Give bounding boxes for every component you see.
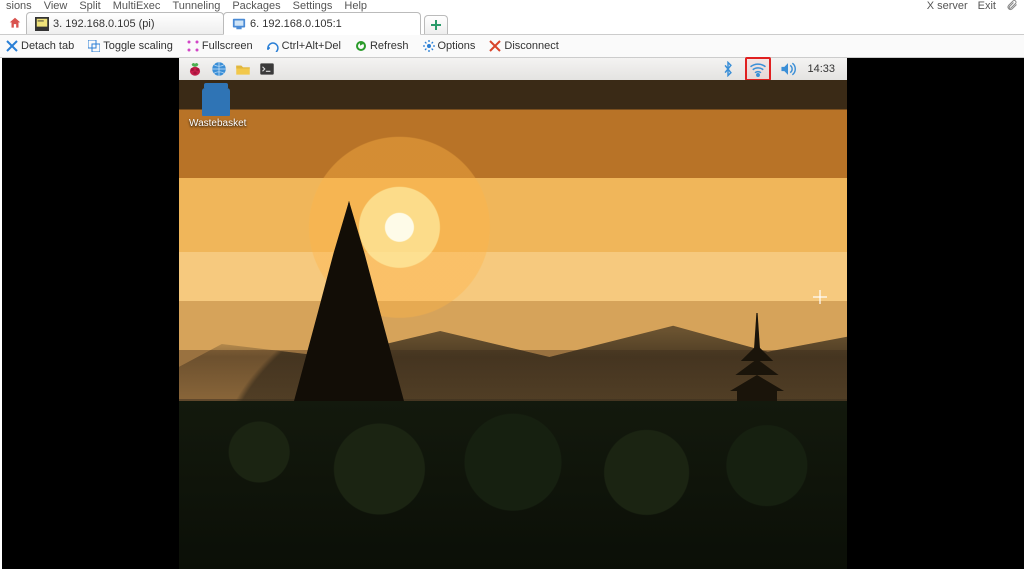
taskbar-clock[interactable]: 14:33 xyxy=(805,63,837,75)
wastebasket-desktop-icon[interactable]: Wastebasket xyxy=(189,88,243,129)
terminal-launcher[interactable] xyxy=(257,60,277,78)
rpi-menu-button[interactable] xyxy=(185,60,205,78)
vnc-icon xyxy=(232,17,246,31)
session-tab-ssh[interactable]: 3. 192.168.0.105 (pi) xyxy=(26,12,224,34)
paperclip-icon xyxy=(1006,0,1018,12)
file-manager-launcher[interactable] xyxy=(233,60,253,78)
scaling-icon xyxy=(88,40,100,52)
menu-item[interactable]: Settings xyxy=(293,0,333,12)
menu-item[interactable]: MultiExec xyxy=(113,0,161,12)
options-icon xyxy=(423,40,435,52)
cad-label: Ctrl+Alt+Del xyxy=(282,40,341,52)
app-menubar: sions View Split MultiExec Tunneling Pac… xyxy=(0,0,1024,12)
menu-item[interactable]: Packages xyxy=(232,0,280,12)
bluetooth-tray-icon[interactable] xyxy=(719,60,737,78)
disconnect-label: Disconnect xyxy=(504,40,558,52)
menu-item[interactable]: sions xyxy=(6,0,32,12)
detach-icon xyxy=(6,40,18,52)
disconnect-button[interactable]: Disconnect xyxy=(489,40,558,52)
menu-item[interactable]: Split xyxy=(79,0,100,12)
session-tab-vnc[interactable]: 6. 192.168.0.105:1 xyxy=(223,12,421,35)
options-label: Options xyxy=(438,40,476,52)
refresh-label: Refresh xyxy=(370,40,409,52)
desktop-icon-label: Wastebasket xyxy=(189,118,243,129)
disconnect-icon xyxy=(489,40,501,52)
desktop-wallpaper xyxy=(179,80,847,569)
rpi-taskbar: 14:33 xyxy=(179,58,847,81)
tab-label: 3. 192.168.0.105 (pi) xyxy=(53,18,155,30)
xserver-menu[interactable]: X server xyxy=(927,0,968,12)
refresh-icon xyxy=(355,40,367,52)
volume-tray-icon[interactable] xyxy=(779,60,797,78)
new-tab-button[interactable] xyxy=(424,15,448,34)
exit-menu[interactable]: Exit xyxy=(978,0,996,12)
home-tab-button[interactable] xyxy=(4,12,26,34)
vnc-viewer[interactable]: 14:33 Wastebasket xyxy=(2,58,1024,569)
fullscreen-marker-icon xyxy=(813,290,827,304)
wifi-tray-icon[interactable] xyxy=(745,57,771,81)
refresh-button[interactable]: Refresh xyxy=(355,40,409,52)
fullscreen-button[interactable]: Fullscreen xyxy=(187,40,253,52)
menu-item[interactable]: View xyxy=(44,0,68,12)
trash-icon xyxy=(202,88,230,116)
session-tab-strip: 3. 192.168.0.105 (pi) 6. 192.168.0.105:1 xyxy=(0,12,1024,35)
scaling-label: Toggle scaling xyxy=(103,40,173,52)
web-browser-launcher[interactable] xyxy=(209,60,229,78)
menu-item[interactable]: Help xyxy=(344,0,367,12)
cad-icon xyxy=(267,40,279,52)
fullscreen-label: Fullscreen xyxy=(202,40,253,52)
options-button[interactable]: Options xyxy=(423,40,476,52)
tab-label: 6. 192.168.0.105:1 xyxy=(250,18,342,30)
putty-icon xyxy=(35,17,49,31)
menu-item[interactable]: Tunneling xyxy=(172,0,220,12)
vnc-toolbar: Detach tab Toggle scaling Fullscreen Ctr… xyxy=(0,35,1024,58)
toggle-scaling-button[interactable]: Toggle scaling xyxy=(88,40,173,52)
remote-desktop[interactable]: 14:33 Wastebasket xyxy=(179,58,847,569)
detach-tab-button[interactable]: Detach tab xyxy=(6,40,74,52)
detach-label: Detach tab xyxy=(21,40,74,52)
fullscreen-icon xyxy=(187,40,199,52)
ctrl-alt-del-button[interactable]: Ctrl+Alt+Del xyxy=(267,40,341,52)
